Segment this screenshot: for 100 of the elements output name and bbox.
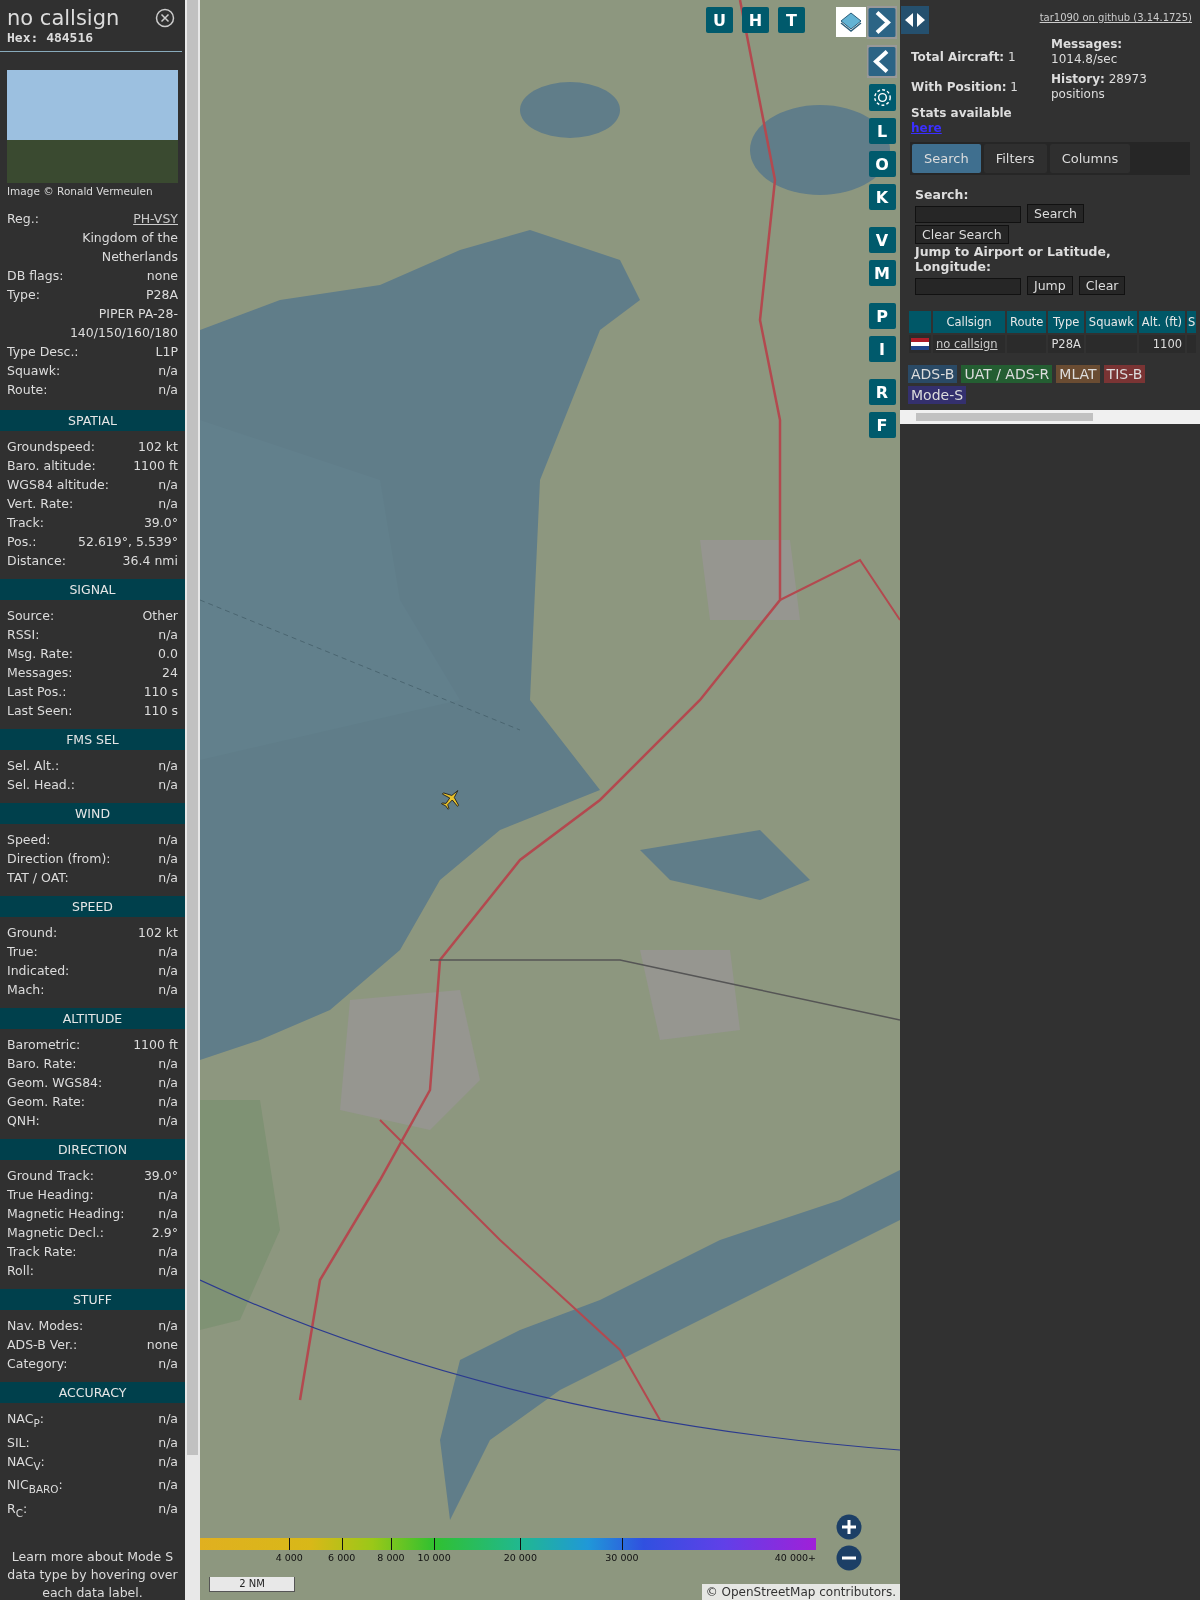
field-value: n/a [158,495,178,513]
tab[interactable]: Search [912,144,981,173]
field-label: Magnetic Decl.: [7,1224,105,1242]
field-label: True: [7,943,38,961]
column-header[interactable]: Alt. (ft) [1138,311,1186,333]
field-label: TAT / OAT: [7,869,69,887]
field-label: Sel. Head.: [7,776,75,794]
search-button[interactable]: Search [1027,204,1084,223]
github-link[interactable]: tar1090 on github (3.14.1725) [1039,12,1192,23]
help-text: Learn more about Mode S data type by hovering over each data label. [6,1548,179,1600]
field-label: Distance: [7,552,66,570]
field-value: 52.619°, 5.539° [78,533,178,551]
map-toggle-button[interactable]: F [868,412,896,438]
map-toggle-button[interactable]: I [868,336,896,362]
field-value: n/a [158,1317,178,1335]
map-toggle-button[interactable]: H [742,7,769,33]
search-label: Search: [915,187,970,202]
clear-search-button[interactable]: Clear Search [915,225,1009,244]
search-field[interactable] [915,206,1021,223]
field-label: NIC$_{BARO}$: [7,1476,63,1497]
table-cell: 1100 [1138,335,1186,353]
zoom-out-icon[interactable] [836,1545,862,1571]
zoom-in-icon[interactable] [836,1514,862,1540]
field-value: n/a [158,381,178,399]
field-label: Vert. Rate: [7,495,74,513]
map-toggle-button[interactable]: K [868,184,896,210]
field-value: n/a [158,1355,178,1373]
field-value: 1100 ft [133,457,178,475]
map-toggle-button[interactable]: M [868,260,896,286]
horizontal-scrollbar[interactable] [900,410,1200,424]
jump-label: Jump to Airport or Latitude, Longitude: [915,244,1112,274]
field-label: Direction (from): [7,850,111,868]
map-toggle-button[interactable]: P [868,303,896,329]
layers-icon[interactable] [836,7,866,37]
map-toggle-button[interactable]: V [868,227,896,253]
field-value: Other [142,607,178,625]
field-value: n/a [158,1452,178,1471]
field-value: PIPER PA-28-140/150/160/180 [68,305,178,342]
column-header[interactable]: Type [1048,311,1084,333]
field-value: n/a [158,757,178,775]
section-header: SIGNAL [0,579,185,600]
field-label: RSSI: [7,626,40,644]
altitude-tick-label: 40 000+ [774,1552,816,1563]
field-value: n/a [158,626,178,644]
jump-button[interactable]: Jump [1027,276,1073,295]
field-label: Magnetic Heading: [7,1205,125,1223]
field-label: Msg. Rate: [7,645,74,663]
column-header[interactable]: Route [1007,311,1047,333]
map-toggle-button[interactable]: U [706,7,733,33]
field-value: n/a [158,1186,178,1204]
field-label: Messages: [7,664,73,682]
field-label: Pos.: [7,533,37,551]
map-toggle-button[interactable]: T [778,7,805,33]
field-label: Speed: [7,831,51,849]
field-value: n/a [158,831,178,849]
expand-icon[interactable] [901,6,929,34]
jump-field[interactable] [915,278,1021,295]
field-label: NAC$_{P}$: [7,1410,44,1431]
column-header[interactable]: S [1187,311,1197,333]
field-value: n/a [158,776,178,794]
tab[interactable]: Columns [1049,144,1131,173]
section-header: FMS SEL [0,729,185,750]
map-toggle-button[interactable]: L [868,118,896,144]
scrollbar[interactable] [185,0,200,1600]
close-icon[interactable] [155,8,175,28]
chevron-left-icon[interactable] [867,45,897,78]
field-value: n/a [158,1112,178,1130]
source-tag: TIS-B [1103,365,1146,383]
settings-icon[interactable] [868,84,896,111]
field-value: n/a [158,1055,178,1073]
field-value: L1P [155,343,178,361]
callsign-title: no callsign [7,6,120,30]
field-label: ADS-B Ver.: [7,1336,78,1354]
map-toggle-button[interactable]: R [868,379,896,405]
altitude-tick-label: 10 000 [417,1552,451,1563]
field-value: n/a [158,943,178,961]
field-label: Mach: [7,981,45,999]
field-value: 36.4 nmi [122,552,178,570]
field-value: 110 s [143,683,178,701]
field-label: Geom. WGS84: [7,1074,103,1092]
field-value: n/a [158,476,178,494]
registration-link[interactable]: PH-VSY [133,209,178,228]
field-label: Reg.: [7,210,39,228]
chevron-right-icon[interactable] [867,6,897,39]
column-header[interactable]: Callsign [933,311,1005,333]
section-header: WIND [0,803,185,824]
field-label: Track Rate: [7,1243,77,1261]
stat-text: History: 28973 positions [1051,72,1148,102]
field-label: Ground Track: [7,1167,94,1185]
field-value: n/a [158,1093,178,1111]
field-label: Sel. Alt.: [7,757,60,775]
clear-button[interactable]: Clear [1078,276,1126,295]
field-value: 24 [162,664,178,682]
map-toggle-button[interactable]: O [868,151,896,177]
source-tag: ADS-B [908,365,958,383]
hex-label: Hex: [7,30,39,45]
field-value: n/a [158,1243,178,1261]
field-label: Barometric: [7,1036,81,1054]
column-header[interactable]: Squawk [1085,311,1137,333]
tab[interactable]: Filters [983,144,1047,173]
